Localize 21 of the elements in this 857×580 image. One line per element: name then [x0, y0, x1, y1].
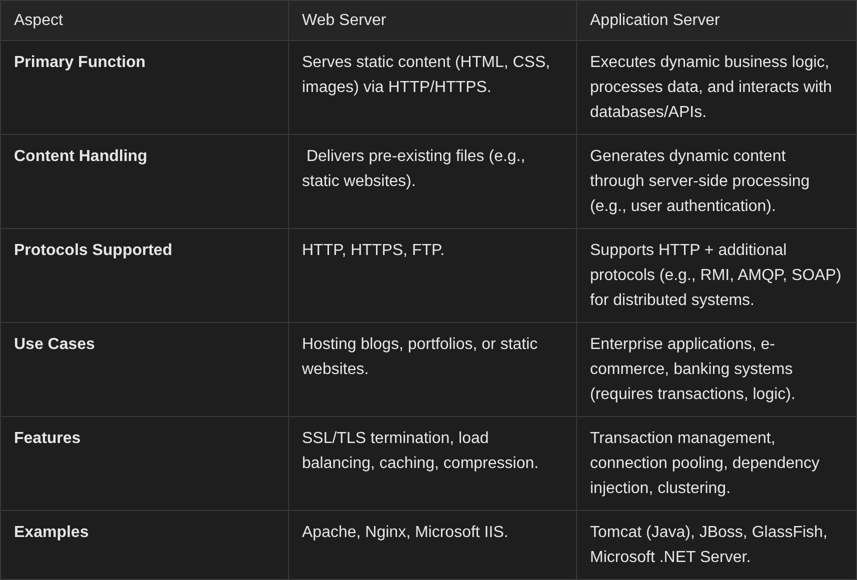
row-header-cell: Primary Function: [0, 40, 288, 134]
table-cell: Executes dynamic business logic, processes data, and interacts with databases/APIs.: [576, 40, 856, 134]
row-header-cell: Features: [0, 416, 288, 510]
column-header: Web Server: [288, 0, 576, 40]
row-header-cell: Use Cases: [0, 322, 288, 416]
table-cell: HTTP, HTTPS, FTP.: [288, 228, 576, 322]
table-cell: Serves static content (HTML, CSS, images) via HTTP/HTTPS.: [288, 40, 576, 134]
row-header-cell: Protocols Supported: [0, 228, 288, 322]
table-cell: Enterprise applications, e-commerce, banking systems (requires transactions, logic).: [576, 322, 856, 416]
table-cell: Hosting blogs, portfolios, or static websites.: [288, 322, 576, 416]
table-cell: SSL/TLS termination, load balancing, caching, compression.: [288, 416, 576, 510]
table-cell: Transaction management, connection pooling, dependency injection, clustering.: [576, 416, 856, 510]
table-cell: Supports HTTP + additional protocols (e.g., RMI, AMQP, SOAP) for distributed systems.: [576, 228, 856, 322]
table-cell: Delivers pre-existing files (e.g., static websites).: [288, 134, 576, 228]
column-header: Aspect: [0, 0, 288, 40]
row-header-cell: Content Handling: [0, 134, 288, 228]
table-cell: Apache, Nginx, Microsoft IIS.: [288, 510, 576, 580]
row-header-cell: Examples: [0, 510, 288, 580]
table-cell: Generates dynamic content through server-side processing (e.g., user authentication).: [576, 134, 856, 228]
table-cell: Tomcat (Java), JBoss, GlassFish, Microsoft .NET Server.: [576, 510, 856, 580]
column-header: Application Server: [576, 0, 856, 40]
